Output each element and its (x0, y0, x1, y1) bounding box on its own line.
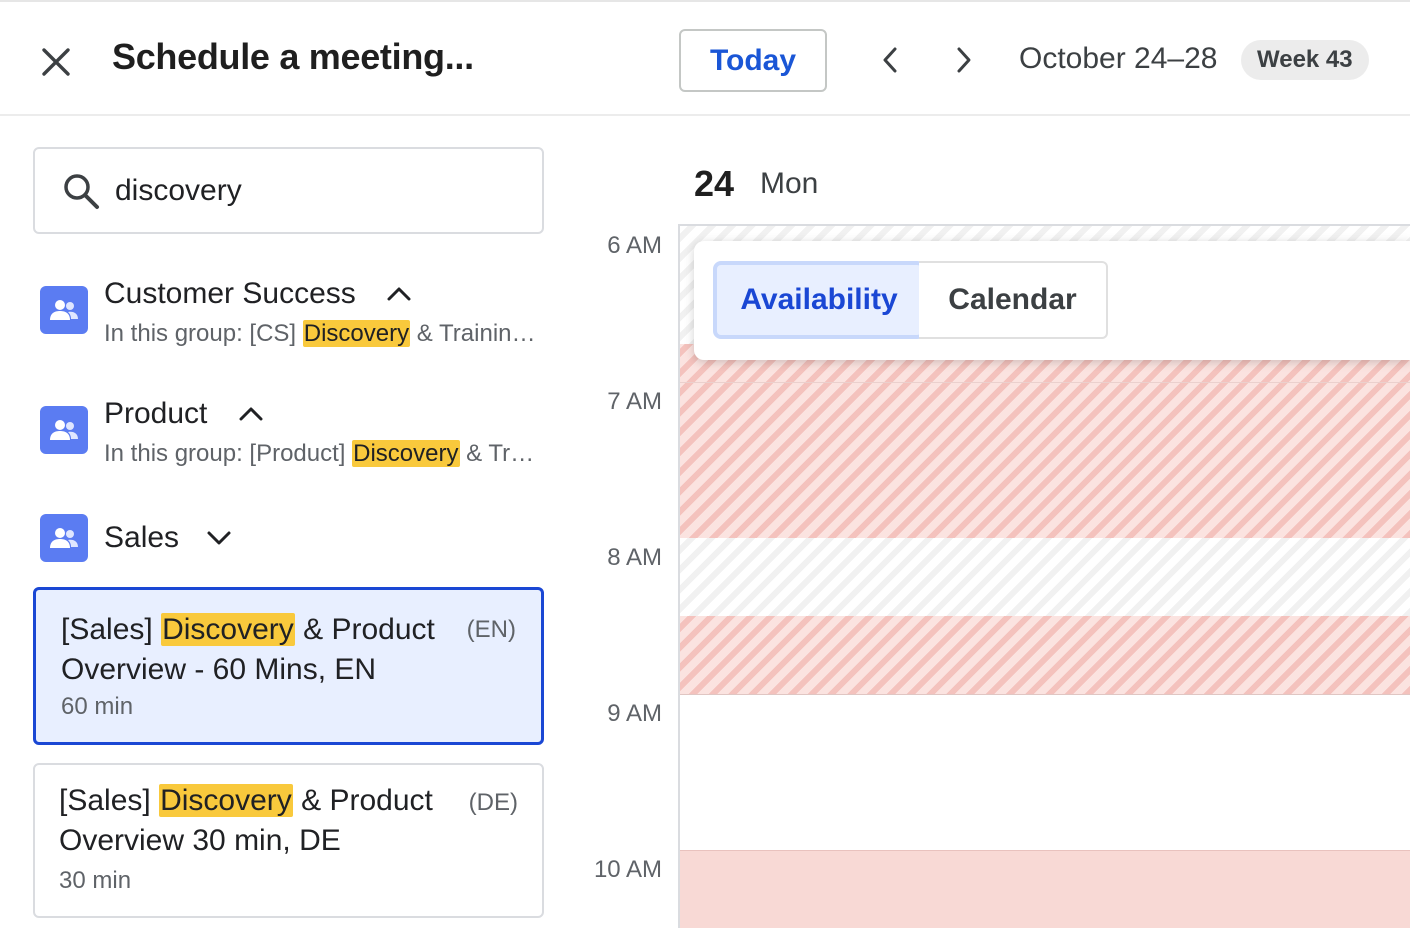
desc-text: In this group: [CS] (104, 320, 303, 347)
group-description: In this group: [Product] Discovery & Tr… (104, 440, 534, 468)
page-title: Schedule a meeting... (112, 36, 474, 77)
top-bar: Schedule a meeting... Today October 24–2… (0, 0, 1410, 116)
group-name: Customer Success (104, 277, 356, 310)
date-range: October 24–28 (1019, 42, 1218, 75)
chevron-up-icon (387, 287, 411, 301)
desc-text: & Tr… (459, 440, 535, 467)
duration-label: 30 min (59, 867, 132, 894)
busy-slot (680, 344, 1410, 538)
search-field[interactable] (33, 147, 544, 234)
previous-week-button[interactable] (871, 40, 911, 80)
group-product: Product In this group: [Product] Discove… (40, 397, 540, 476)
event-type-card[interactable]: [Sales] Discovery & Product Overview - 6… (33, 587, 544, 745)
time-label: 7 AM (607, 388, 662, 415)
desc-text: In this group: [Product] (104, 440, 353, 467)
view-toggle: Availability Calendar (694, 241, 1410, 360)
event-type-card[interactable]: [Sales] Discovery & Product Overview 30 … (33, 763, 544, 918)
group-customer-success: Customer Success In this group: [CS] Dis… (40, 277, 540, 356)
day-number: 24 (694, 163, 735, 204)
title-text: [Sales] (59, 784, 160, 817)
calendar-tab[interactable]: Calendar (919, 261, 1108, 339)
chevron-left-icon (883, 47, 897, 73)
collapse-group-button[interactable] (235, 398, 267, 430)
group-sales: Sales (40, 514, 540, 562)
group-name: Product (104, 397, 208, 430)
time-label: 9 AM (607, 700, 662, 727)
time-label: 8 AM (607, 544, 662, 571)
expand-group-button[interactable] (203, 522, 235, 554)
day-name: Mon (760, 167, 819, 200)
search-highlight: Discovery (161, 613, 295, 646)
language-label: (EN) (466, 616, 516, 643)
language-label: (DE) (468, 789, 518, 816)
busy-slot (680, 850, 1410, 928)
next-week-button[interactable] (943, 40, 983, 80)
chevron-down-icon (207, 531, 231, 545)
group-name: Sales (104, 521, 180, 554)
people-icon (40, 286, 88, 334)
week-badge: Week 43 (1241, 40, 1369, 80)
title-text: [Sales] (61, 613, 162, 646)
hour-line (680, 694, 1410, 695)
event-type-title: [Sales] Discovery & Product Overview 30 … (59, 781, 454, 861)
people-icon (40, 406, 88, 454)
close-icon (42, 48, 70, 76)
busy-slot (680, 616, 1410, 694)
search-highlight: Discovery (352, 440, 460, 467)
chevron-right-icon (957, 47, 971, 73)
search-icon (64, 174, 99, 209)
search-input[interactable] (115, 167, 525, 215)
availability-tab[interactable]: Availability (713, 261, 925, 339)
search-highlight: Discovery (159, 784, 293, 817)
desc-text: & Trainin… (410, 320, 536, 347)
close-button[interactable] (34, 40, 78, 84)
hour-line (680, 382, 1410, 383)
event-type-title: [Sales] Discovery & Product Overview - 6… (61, 610, 456, 690)
people-icon (40, 514, 88, 562)
time-label: 6 AM (607, 232, 662, 259)
unavailable-slot (680, 538, 1410, 616)
duration-label: 60 min (61, 693, 134, 720)
group-description: In this group: [CS] Discovery & Trainin… (104, 320, 536, 348)
time-label: 10 AM (593, 856, 662, 883)
today-button[interactable]: Today (679, 29, 827, 92)
search-highlight: Discovery (302, 320, 411, 347)
chevron-up-icon (239, 407, 263, 421)
collapse-group-button[interactable] (383, 278, 415, 310)
